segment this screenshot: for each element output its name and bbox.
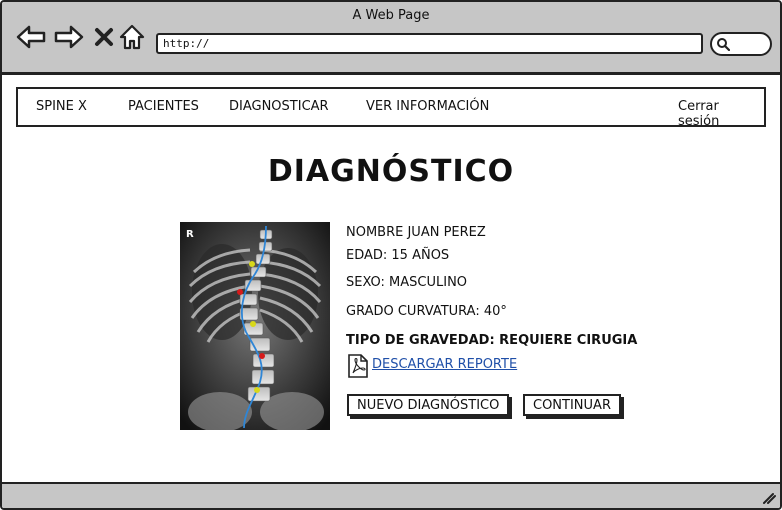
download-report-link[interactable]: DESCARGAR REPORTE xyxy=(372,357,517,372)
browser-search-box[interactable] xyxy=(710,32,772,56)
home-icon[interactable] xyxy=(119,24,145,50)
nav-brand-spine-x[interactable]: SPINE X xyxy=(36,99,87,114)
url-input[interactable]: http:// xyxy=(156,33,703,54)
window-title: A Web Page xyxy=(352,8,430,23)
nav-item-pacientes[interactable]: PACIENTES xyxy=(128,99,199,114)
search-icon xyxy=(717,38,730,51)
browser-titlebar: A Web Page http:// xyxy=(2,2,780,75)
patient-sex: SEXO: MASCULINO xyxy=(346,275,468,290)
browser-statusbar xyxy=(2,482,780,508)
page-title: DIAGNÓSTICO xyxy=(267,154,515,189)
patient-name: NOMBRE JUAN PEREZ xyxy=(346,225,486,240)
curvature-degree: GRADO CURVATURA: 40° xyxy=(346,304,507,319)
nav-item-ver-informacion[interactable]: VER INFORMACIÓN xyxy=(366,99,489,114)
continue-button[interactable]: CONTINUAR xyxy=(523,394,621,416)
stop-x-icon[interactable] xyxy=(94,27,114,47)
patient-age: EDAD: 15 AÑOS xyxy=(346,248,450,263)
forward-arrow-icon[interactable] xyxy=(54,24,84,50)
top-navigation-bar: SPINE X PACIENTES DIAGNOSTICAR VER INFOR… xyxy=(16,87,766,129)
browser-window: A Web Page http:// SPINE X PACIENTES DIA… xyxy=(0,0,782,510)
logout-link[interactable]: Cerrar sesión xyxy=(678,99,764,129)
resize-grip-icon[interactable] xyxy=(760,490,776,504)
back-arrow-icon[interactable] xyxy=(16,24,46,50)
xray-side-marker: R xyxy=(186,229,194,240)
spine-xray-image: R xyxy=(180,222,330,430)
pdf-icon[interactable] xyxy=(347,354,369,378)
nav-item-diagnosticar[interactable]: DIAGNOSTICAR xyxy=(229,99,329,114)
new-diagnosis-button[interactable]: NUEVO DIAGNÓSTICO xyxy=(347,394,510,416)
severity-type: TIPO DE GRAVEDAD: REQUIERE CIRUGIA xyxy=(346,333,638,348)
